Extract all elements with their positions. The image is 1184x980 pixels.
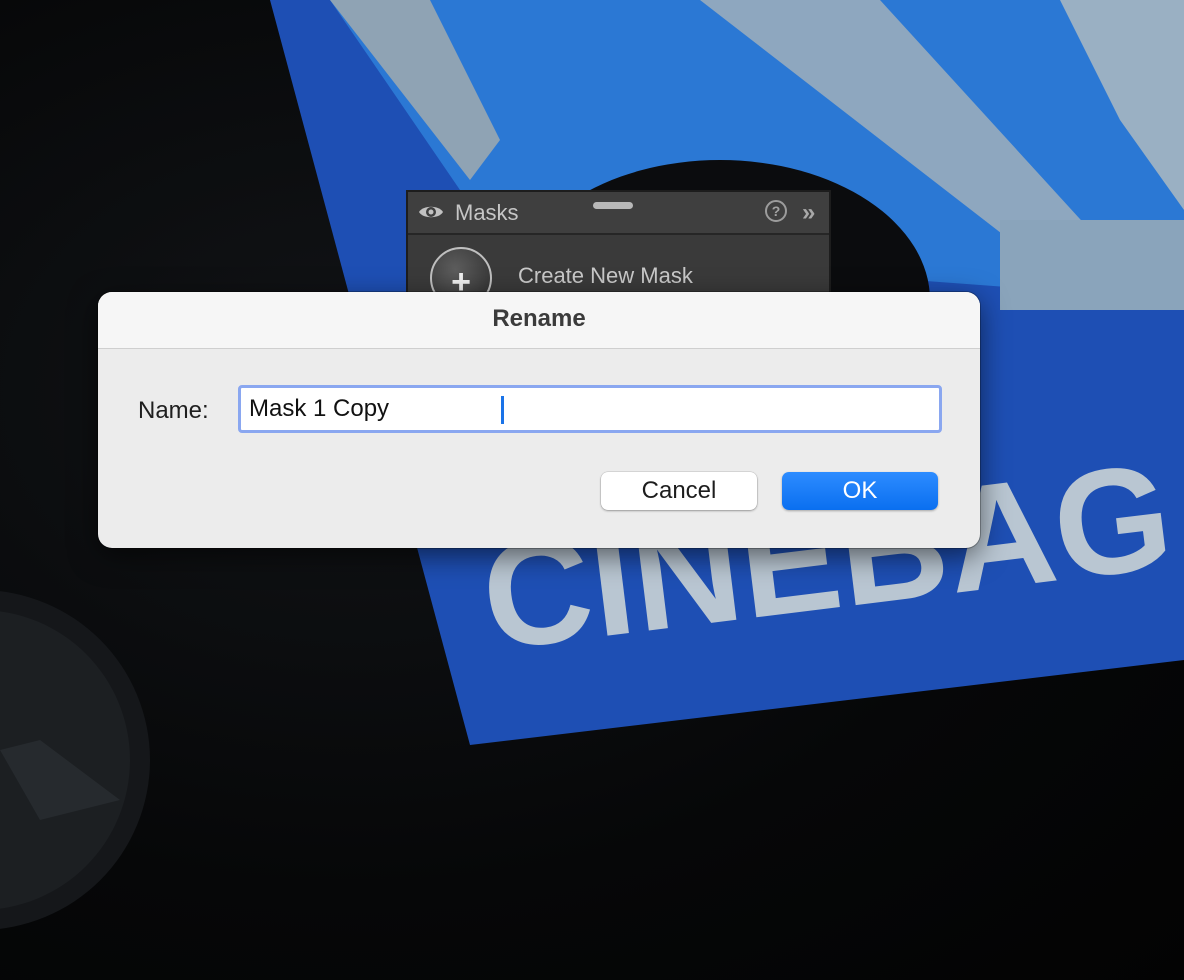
name-input[interactable]: [238, 385, 942, 433]
masks-panel-header: Masks ? »: [408, 192, 829, 235]
create-new-mask-label[interactable]: Create New Mask: [518, 263, 693, 289]
text-cursor: [501, 396, 504, 424]
desktop-stage: CINEBAG Masks ? » + Create New Mask Rena…: [0, 0, 1184, 980]
drag-handle[interactable]: [593, 202, 633, 209]
rename-dialog: Rename Name: Cancel OK: [98, 292, 980, 548]
dialog-titlebar: Rename: [98, 292, 980, 349]
masks-panel-title: Masks: [455, 200, 519, 225]
dialog-title: Rename: [492, 305, 586, 332]
collapse-icon[interactable]: »: [802, 199, 816, 227]
ok-button[interactable]: OK: [782, 472, 938, 510]
eye-icon[interactable]: [418, 203, 444, 221]
cancel-button[interactable]: Cancel: [601, 472, 757, 510]
help-icon[interactable]: ?: [765, 200, 787, 222]
name-label: Name:: [138, 397, 209, 424]
